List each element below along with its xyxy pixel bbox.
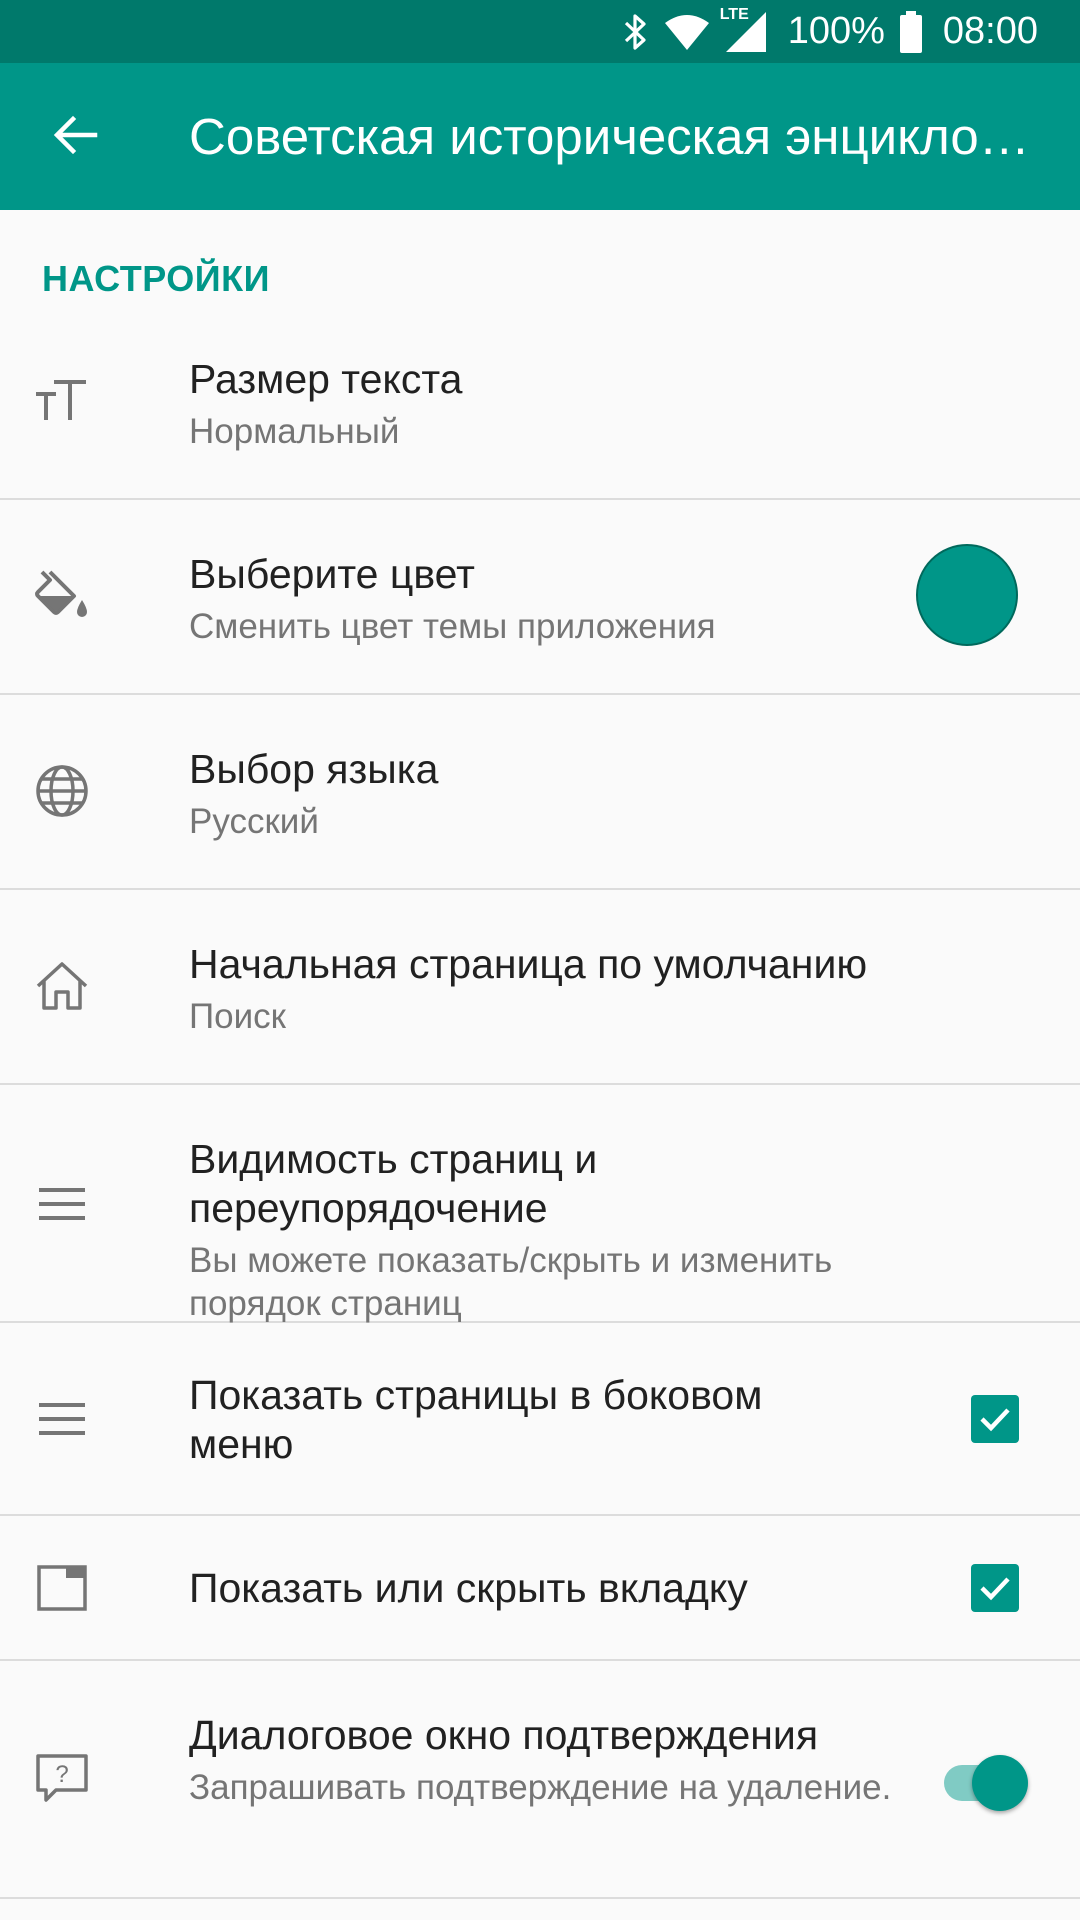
default-page-setting[interactable]: Начальная страница по умолчанию Поиск	[0, 890, 1080, 1085]
svg-text:?: ?	[55, 1761, 68, 1788]
bluetooth-icon	[622, 12, 650, 52]
status-bar: LTE 100% 08:00	[0, 0, 1080, 63]
theme-color-summary: Сменить цвет темы приложения	[189, 607, 716, 646]
text-size-title: Размер текста	[189, 356, 463, 402]
text-size-icon	[28, 367, 96, 435]
language-title: Выбор языка	[189, 746, 439, 792]
side-menu-pages-title: Показать страницы в боковом меню	[189, 1372, 763, 1467]
default-page-title: Начальная страница по умолчанию	[189, 941, 868, 987]
help-dialog-icon: ?	[28, 1745, 96, 1813]
side-menu-pages-checkbox[interactable]	[971, 1395, 1019, 1443]
show-tab-setting[interactable]: Показать или скрыть вкладку	[0, 1516, 1080, 1661]
page-visibility-title: Видимость страниц и переупорядочение	[189, 1136, 598, 1231]
back-button[interactable]	[30, 90, 120, 180]
paint-bucket-icon	[28, 562, 96, 630]
check-icon	[980, 1577, 1010, 1601]
battery-icon	[899, 10, 923, 53]
language-summary: Русский	[189, 802, 319, 841]
theme-color-setting[interactable]: Выберите цвет Сменить цвет темы приложен…	[0, 500, 1080, 695]
tab-icon	[28, 1554, 96, 1622]
home-icon	[28, 952, 96, 1020]
check-icon	[980, 1408, 1010, 1432]
globe-icon	[28, 757, 96, 825]
cellular-signal-icon: LTE	[720, 6, 768, 54]
page-visibility-summary: Вы можете показать/скрыть и изменить пор…	[189, 1241, 833, 1323]
menu-icon	[28, 1385, 96, 1453]
confirm-dialog-setting[interactable]: ? Диалоговое окно подтверждения Запрашив…	[0, 1661, 1080, 1899]
theme-color-title: Выберите цвет	[189, 551, 475, 597]
default-page-summary: Поиск	[189, 997, 286, 1036]
arrow-back-icon	[53, 115, 98, 155]
clock: 08:00	[942, 10, 1038, 52]
switch-thumb	[972, 1755, 1028, 1811]
battery-percent: 100%	[787, 10, 885, 52]
confirm-dialog-summary: Запрашивать подтверждение на удаление.	[189, 1768, 892, 1807]
side-menu-pages-setting[interactable]: Показать страницы в боковом меню	[0, 1323, 1080, 1516]
show-tab-checkbox[interactable]	[971, 1564, 1019, 1612]
confirm-dialog-switch[interactable]	[944, 1749, 1028, 1811]
menu-icon	[28, 1170, 96, 1238]
confirm-dialog-title: Диалоговое окно подтверждения	[189, 1712, 819, 1758]
text-size-summary: Нормальный	[189, 412, 400, 451]
network-type-label: LTE	[719, 5, 749, 23]
text-size-setting[interactable]: Размер текста Нормальный	[0, 303, 1080, 500]
page-title: Советская историческая энциклопедия	[189, 108, 1049, 165]
app-bar: Советская историческая энциклопедия	[0, 63, 1080, 210]
show-tab-title: Показать или скрыть вкладку	[189, 1565, 748, 1611]
wifi-icon	[664, 13, 710, 51]
language-setting[interactable]: Выбор языка Русский	[0, 695, 1080, 890]
page-visibility-setting[interactable]: Видимость страниц и переупорядочение Вы …	[0, 1085, 1080, 1323]
settings-section-header: НАСТРОЙКИ	[42, 258, 270, 299]
color-swatch[interactable]	[916, 544, 1018, 646]
status-icons: LTE 100% 08:00	[622, 0, 1038, 63]
